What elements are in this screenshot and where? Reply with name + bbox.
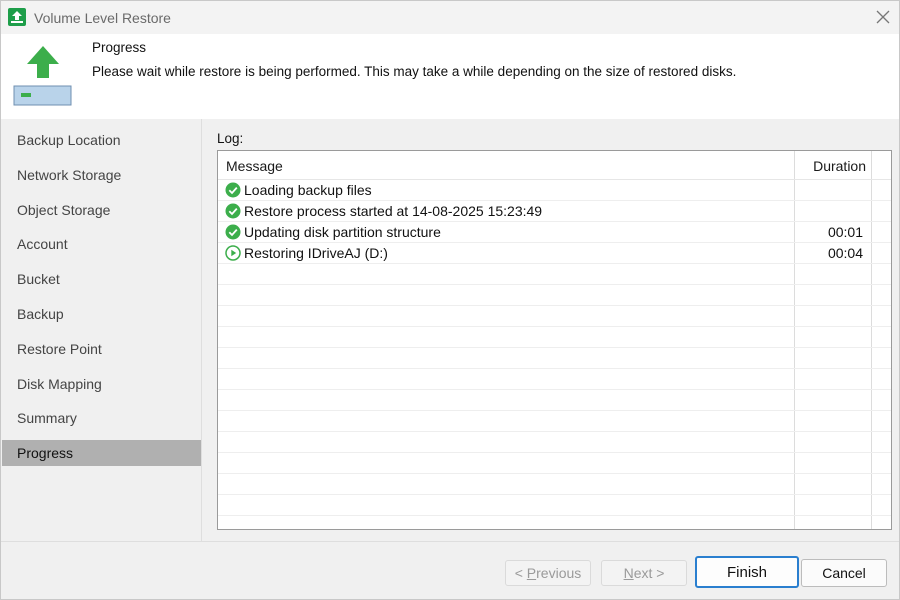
sidebar-item-bucket[interactable]: Bucket xyxy=(2,266,201,292)
log-duration: 00:04 xyxy=(827,245,863,261)
sidebar-item-summary[interactable]: Summary xyxy=(2,405,201,431)
sidebar-item-object-storage[interactable]: Object Storage xyxy=(2,197,201,223)
close-button[interactable] xyxy=(873,7,893,27)
page-title: Progress xyxy=(92,40,147,55)
sidebar-item-backup[interactable]: Backup xyxy=(2,301,201,327)
empty-row xyxy=(218,390,891,411)
log-table[interactable]: Message Duration Loading backup files Re… xyxy=(217,150,892,530)
window-title: Volume Level Restore xyxy=(34,10,171,26)
log-label: Log: xyxy=(217,131,244,146)
previous-button[interactable]: < Previous xyxy=(505,560,591,586)
empty-row xyxy=(218,285,891,306)
empty-row xyxy=(218,369,891,390)
previous-mnemonic: P xyxy=(526,565,537,581)
success-icon xyxy=(225,224,241,240)
empty-row xyxy=(218,432,891,453)
table-row[interactable]: Restore process started at 14-08-2025 15… xyxy=(218,201,891,222)
success-icon xyxy=(225,182,241,198)
log-message: Restore process started at 14-08-2025 15… xyxy=(244,203,543,219)
sidebar-item-disk-mapping[interactable]: Disk Mapping xyxy=(2,371,201,397)
app-upload-icon xyxy=(8,8,26,26)
wizard-header: Progress Please wait while restore is be… xyxy=(1,34,899,119)
title-bar: Volume Level Restore xyxy=(1,1,899,34)
log-duration: 00:01 xyxy=(827,224,863,240)
sidebar-item-network-storage[interactable]: Network Storage xyxy=(2,162,201,188)
message-column-header[interactable]: Message xyxy=(226,158,283,174)
table-row[interactable]: Updating disk partition structure 00:01 xyxy=(218,222,891,243)
empty-row xyxy=(218,264,891,285)
next-mnemonic: N xyxy=(623,565,634,581)
empty-row xyxy=(218,306,891,327)
success-icon xyxy=(225,203,241,219)
sidebar-item-progress[interactable]: Progress xyxy=(2,440,201,466)
duration-column-header[interactable]: Duration xyxy=(813,158,866,174)
log-message: Loading backup files xyxy=(244,182,372,198)
empty-row xyxy=(218,348,891,369)
wizard-steps: Backup Location Network Storage Object S… xyxy=(1,119,202,541)
empty-row xyxy=(218,474,891,495)
empty-row xyxy=(218,411,891,432)
close-icon xyxy=(876,10,890,24)
previous-label-prefix: < xyxy=(514,565,527,581)
restore-wizard-window: Volume Level Restore Progress Please wai… xyxy=(0,0,900,600)
empty-row xyxy=(218,327,891,348)
page-description: Please wait while restore is being perfo… xyxy=(92,64,737,79)
next-label-rest: ext > xyxy=(633,565,665,581)
sidebar-item-restore-point[interactable]: Restore Point xyxy=(2,336,201,362)
log-table-header: Message Duration xyxy=(218,151,891,180)
sidebar-item-backup-location[interactable]: Backup Location xyxy=(2,127,201,153)
running-icon xyxy=(225,245,241,261)
log-message: Updating disk partition structure xyxy=(244,224,441,240)
restore-arrow-icon xyxy=(13,46,73,108)
sidebar-item-account[interactable]: Account xyxy=(2,231,201,257)
cancel-button[interactable]: Cancel xyxy=(801,559,887,587)
next-button[interactable]: Next > xyxy=(601,560,687,586)
finish-button[interactable]: Finish xyxy=(695,556,799,588)
table-row[interactable]: Loading backup files xyxy=(218,180,891,201)
wizard-footer: < Previous Next > Finish Cancel xyxy=(1,541,899,599)
empty-row xyxy=(218,495,891,516)
table-row[interactable]: Restoring IDriveAJ (D:) 00:04 xyxy=(218,243,891,264)
previous-label-rest: revious xyxy=(536,565,582,581)
empty-row xyxy=(218,453,891,474)
log-message: Restoring IDriveAJ (D:) xyxy=(244,245,388,261)
